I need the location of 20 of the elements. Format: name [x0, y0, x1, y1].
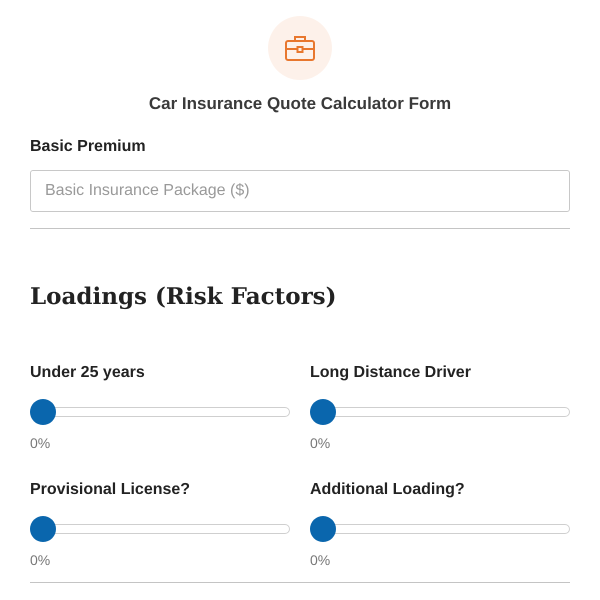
- slider-thumb[interactable]: [30, 399, 56, 425]
- field-label: Basic Premium: [30, 138, 147, 156]
- slider[interactable]: [310, 516, 570, 542]
- slider[interactable]: [30, 399, 290, 425]
- slider-value: 0%: [310, 435, 332, 451]
- slider-thumb[interactable]: [310, 516, 336, 542]
- slider[interactable]: [310, 399, 570, 425]
- slider-thumb[interactable]: [310, 399, 336, 425]
- slider-label: Long Distance Driver: [310, 364, 472, 382]
- slider-value: 0%: [310, 552, 332, 568]
- input-field[interactable]: Basic Insurance Package ($): [30, 170, 570, 212]
- form-title: Car Insurance Quote Calculator Form: [148, 94, 452, 114]
- slider-value: 0%: [30, 552, 52, 568]
- slider-value: 0%: [30, 435, 52, 451]
- slider-thumb[interactable]: [30, 516, 56, 542]
- slider-label: Provisional License?: [30, 481, 192, 499]
- slider[interactable]: [30, 516, 290, 542]
- slider-label: Additional Loading?: [310, 481, 466, 499]
- slider-label: Under 25 years: [30, 364, 146, 382]
- section-heading: Loadings (Risk Factors): [30, 283, 338, 310]
